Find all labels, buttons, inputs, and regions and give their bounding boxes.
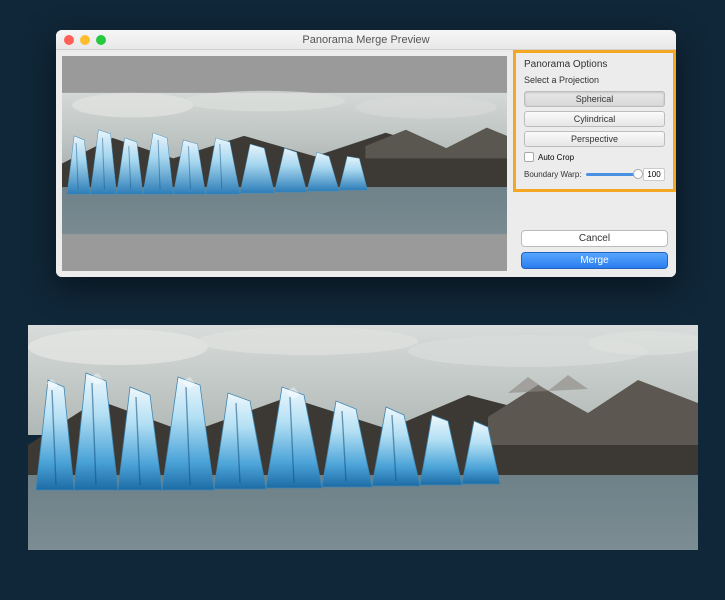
- projection-spherical-button[interactable]: Spherical: [524, 91, 665, 107]
- options-panel: Panorama Options Select a Projection Sph…: [513, 50, 676, 277]
- boundary-warp-slider[interactable]: [586, 173, 639, 176]
- boundary-warp-value[interactable]: 100: [643, 168, 665, 181]
- preview-canvas: [62, 56, 507, 271]
- autocrop-row: Auto Crop: [524, 152, 665, 162]
- preview-pane: [56, 50, 513, 277]
- panel-subtitle: Select a Projection: [524, 75, 665, 85]
- window-body: Panorama Options Select a Projection Sph…: [56, 50, 676, 277]
- options-highlight: Panorama Options Select a Projection Sph…: [513, 50, 676, 192]
- panel-title: Panorama Options: [524, 59, 665, 70]
- action-buttons: Cancel Merge: [513, 224, 676, 277]
- projection-cylindrical-button[interactable]: Cylindrical: [524, 111, 665, 127]
- traffic-lights: [56, 35, 106, 45]
- slider-thumb-icon[interactable]: [633, 169, 643, 179]
- panorama-merge-window: Panorama Merge Preview: [56, 30, 676, 277]
- autocrop-label: Auto Crop: [538, 153, 574, 162]
- panorama-preview-image: [62, 56, 507, 271]
- close-icon[interactable]: [64, 35, 74, 45]
- autocrop-checkbox[interactable]: [524, 152, 534, 162]
- boundary-warp-label: Boundary Warp:: [524, 170, 582, 179]
- cancel-button[interactable]: Cancel: [521, 230, 668, 247]
- projection-perspective-button[interactable]: Perspective: [524, 131, 665, 147]
- merge-button[interactable]: Merge: [521, 252, 668, 269]
- boundary-warp-row: Boundary Warp: 100: [524, 168, 665, 181]
- minimize-icon[interactable]: [80, 35, 90, 45]
- result-panorama-image: [28, 325, 698, 550]
- maximize-icon[interactable]: [96, 35, 106, 45]
- titlebar: Panorama Merge Preview: [56, 30, 676, 50]
- window-title: Panorama Merge Preview: [56, 34, 676, 46]
